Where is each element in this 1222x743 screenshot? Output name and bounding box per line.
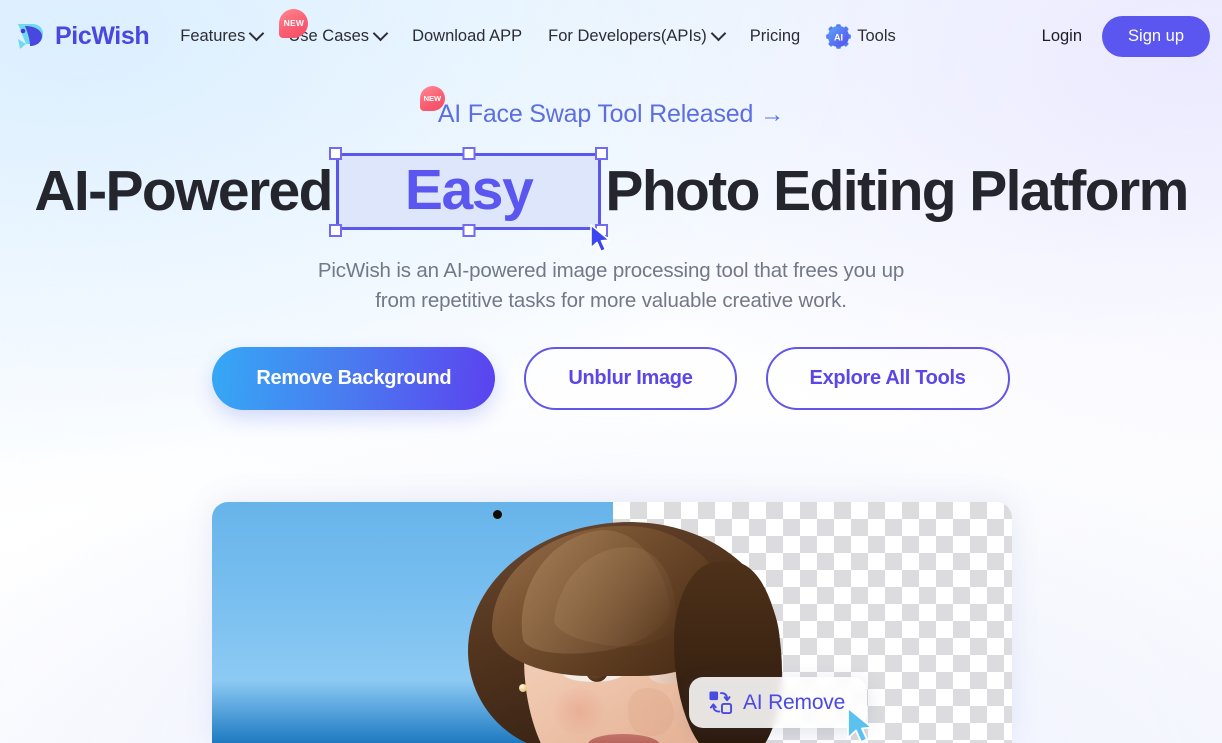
selection-box[interactable]: Easy xyxy=(329,146,608,237)
nav-item-label: Pricing xyxy=(749,26,801,45)
nav-item-for-developers[interactable]: For Developers(APIs) xyxy=(535,21,737,52)
nose xyxy=(628,688,674,736)
brand-name: PicWish xyxy=(55,21,150,50)
nav-links: Features NEW Use Cases Download APP For … xyxy=(167,8,1025,55)
chevron-down-icon xyxy=(372,25,389,41)
resize-handle-bottom-middle[interactable] xyxy=(462,223,476,237)
svg-text:AI: AI xyxy=(834,32,843,42)
nav-item-label: Download APP xyxy=(412,26,523,45)
demo-image-card[interactable]: HD xyxy=(212,502,1012,743)
resize-handle-top-left[interactable] xyxy=(329,146,343,160)
explore-all-tools-button[interactable]: Explore All Tools xyxy=(765,347,1010,411)
ai-badge-icon: AI xyxy=(826,23,852,49)
resize-handle-top-middle[interactable] xyxy=(462,146,476,160)
signup-button[interactable]: Sign up xyxy=(1102,15,1210,57)
demo-mouse-cursor-icon xyxy=(847,707,873,743)
picwish-bird-logo-icon xyxy=(18,24,43,49)
ai-remove-label: AI Remove xyxy=(743,690,846,714)
nav-item-tools[interactable]: AI Tools xyxy=(813,18,909,55)
earring xyxy=(519,684,527,692)
selected-word-wrapper[interactable]: Easy xyxy=(329,146,611,253)
announcement-link[interactable]: NEW AI Face Swap Tool Released → xyxy=(419,86,785,129)
ai-remove-swap-icon xyxy=(709,691,733,715)
ai-remove-button[interactable]: AI Remove xyxy=(689,677,868,728)
arrow-right-icon: → xyxy=(760,100,785,128)
pupil xyxy=(493,510,502,519)
nav-item-label: For Developers(APIs) xyxy=(548,26,707,45)
nav-item-use-cases[interactable]: NEW Use Cases xyxy=(275,8,399,52)
resize-handle-bottom-left[interactable] xyxy=(329,223,343,237)
nav-item-download-app[interactable]: Download APP xyxy=(399,21,535,52)
new-badge: NEW xyxy=(279,8,309,38)
headline-selected-word: Easy xyxy=(404,158,534,222)
chevron-down-icon xyxy=(710,25,727,41)
nav-item-label: Tools xyxy=(857,26,896,45)
login-link[interactable]: Login xyxy=(1026,19,1098,54)
headline-part-before: AI-Powered xyxy=(34,158,333,223)
nav-item-label: Features xyxy=(180,26,246,45)
remove-background-button[interactable]: Remove Background xyxy=(212,347,496,411)
nav-account-actions: Login Sign up xyxy=(1026,15,1210,57)
resize-handle-top-right[interactable] xyxy=(594,146,608,160)
nav-item-pricing[interactable]: Pricing xyxy=(737,21,813,52)
hero-section: NEW AI Face Swap Tool Released → AI-Powe… xyxy=(0,72,1222,411)
unblur-image-button[interactable]: Unblur Image xyxy=(524,347,737,411)
hero-subtitle: PicWish is an AI-powered image processin… xyxy=(317,259,905,312)
cta-button-row: Remove Background Unblur Image Explore A… xyxy=(0,347,1222,411)
new-badge: NEW xyxy=(419,86,445,111)
chevron-down-icon xyxy=(249,25,265,41)
cheek-blush xyxy=(548,688,610,734)
top-navigation-bar: PicWish Features NEW Use Cases Download … xyxy=(0,0,1222,72)
headline-part-after: Photo Editing Platform xyxy=(605,158,1189,223)
page-title: AI-Powered Easy Photo Editing Platform xyxy=(0,146,1222,253)
mouse-cursor-icon xyxy=(590,224,611,253)
announcement-text: AI Face Swap Tool Released xyxy=(437,100,754,128)
brand-logo-link[interactable]: PicWish xyxy=(14,19,150,53)
nav-item-features[interactable]: Features xyxy=(167,21,275,52)
